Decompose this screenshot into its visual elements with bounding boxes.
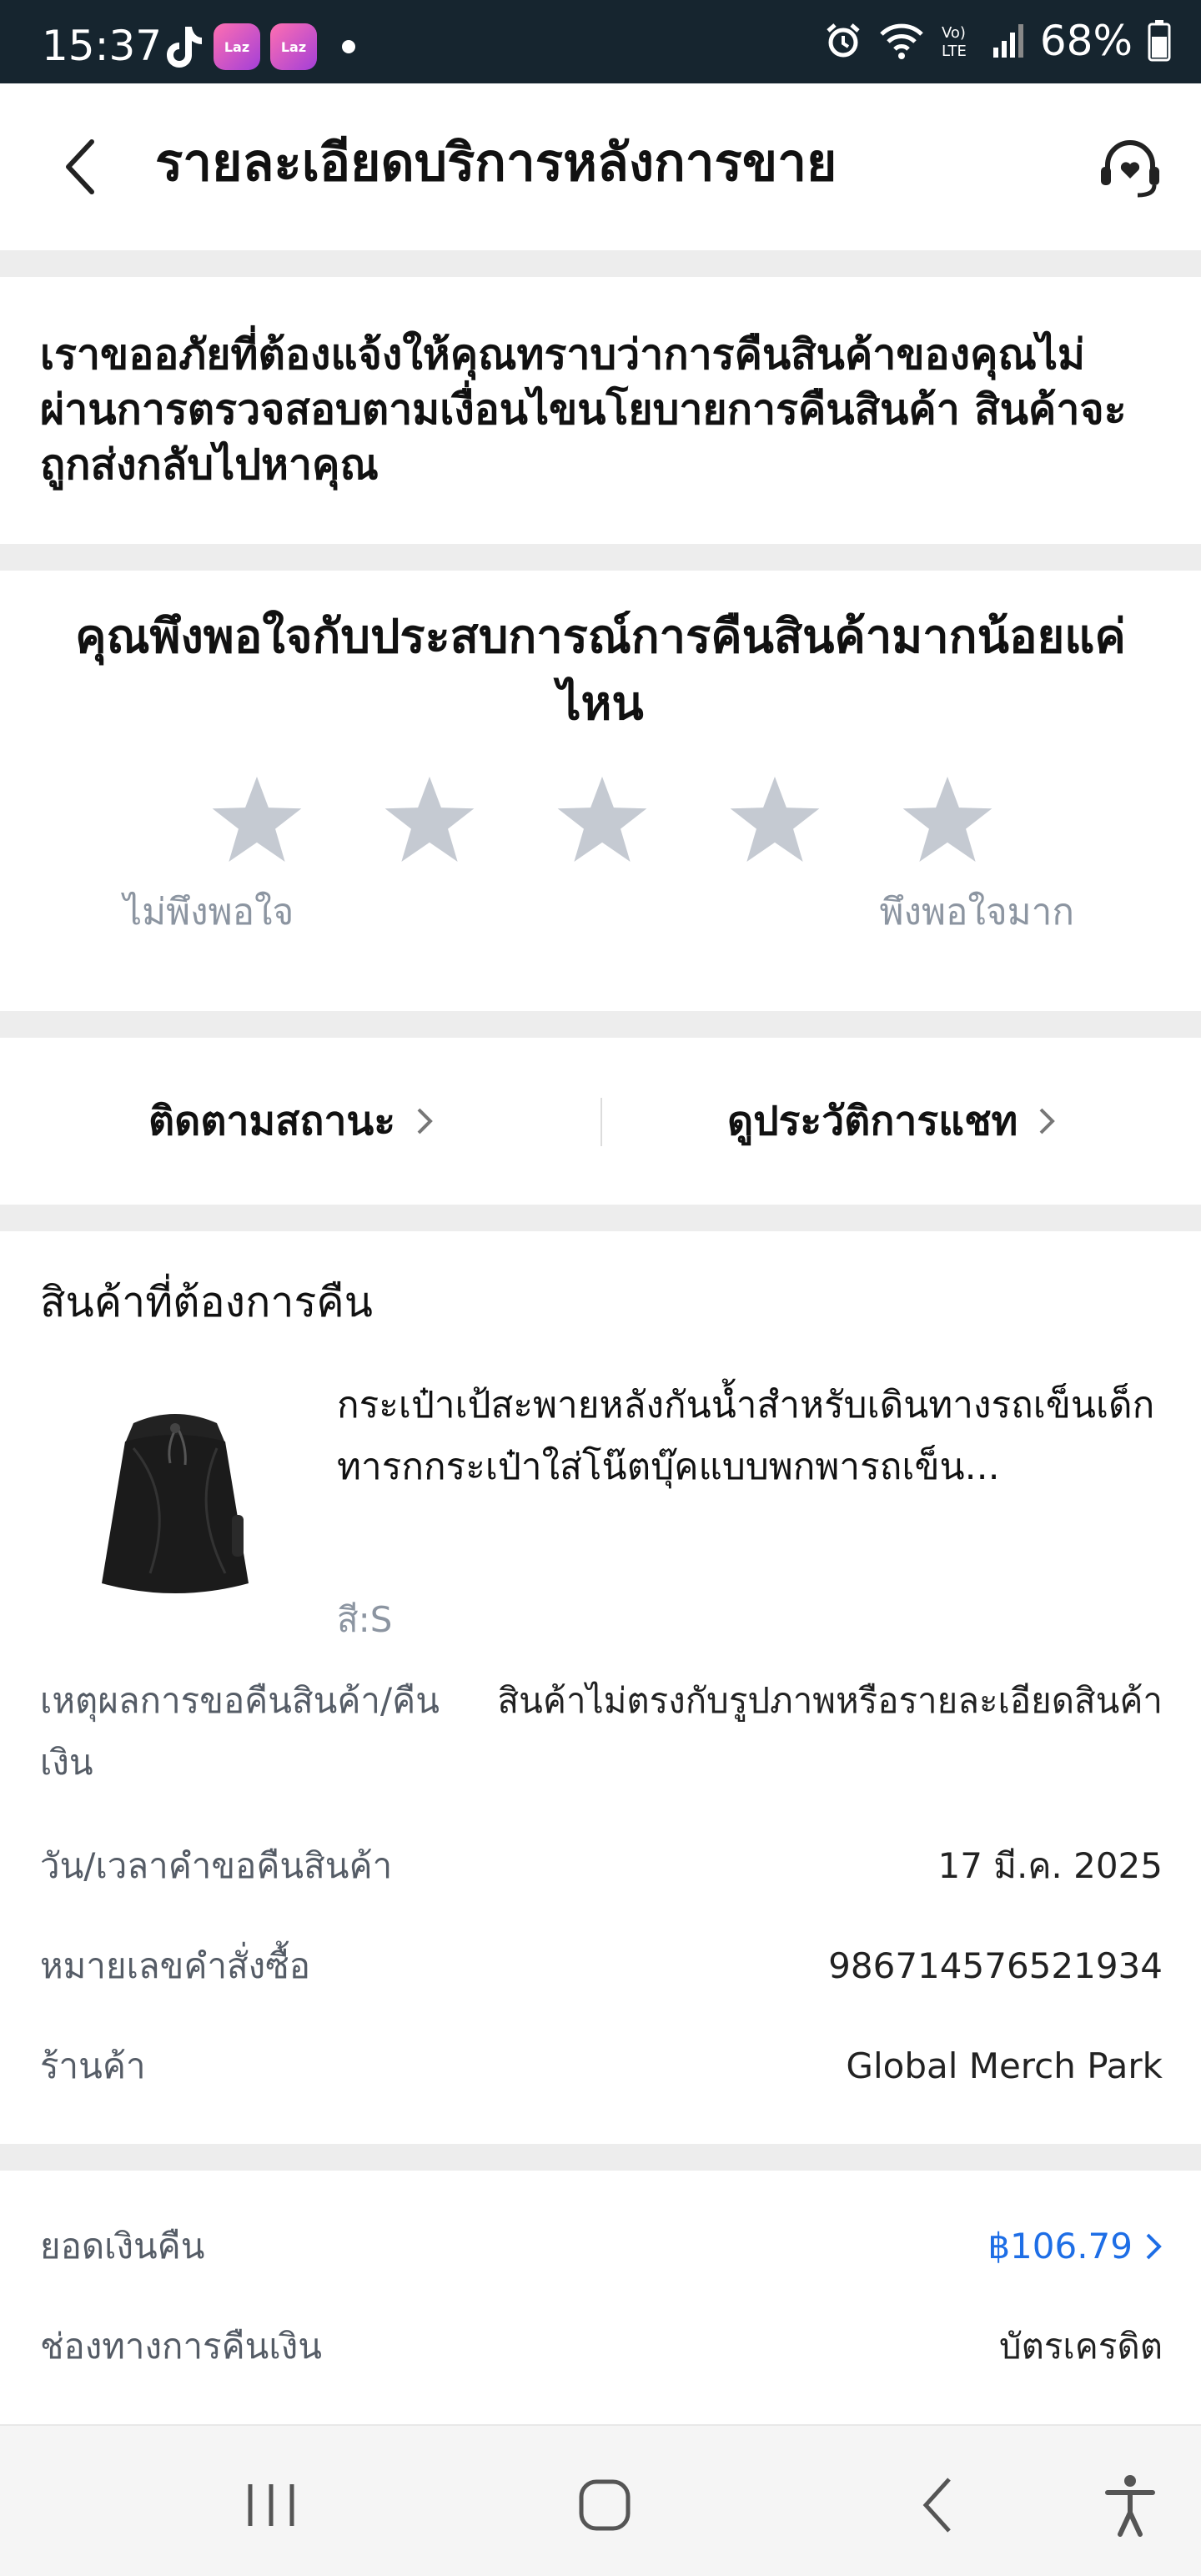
rating-star-4[interactable] xyxy=(726,771,823,868)
status-bar: 15:37 Laz Laz Vo) LTE 68% xyxy=(0,0,1201,83)
home-button[interactable] xyxy=(567,2468,642,2543)
chevron-right-icon xyxy=(1146,2233,1162,2260)
system-icons: Vo) LTE 68% xyxy=(823,20,1171,62)
signal-icon xyxy=(992,24,1023,58)
page-title: รายละเอียดบริการหลังการขาย xyxy=(155,132,837,193)
rating-star-2[interactable] xyxy=(381,771,478,868)
accessibility-button[interactable] xyxy=(1093,2468,1168,2543)
chat-history-link[interactable]: ดูประวัติการแชท xyxy=(727,1088,1056,1155)
refund-amount-label: ยอดเงินคืน xyxy=(40,2226,205,2267)
star-icon xyxy=(384,776,475,863)
recent-apps-button[interactable] xyxy=(234,2468,309,2543)
return-reason-label: เหตุผลการขอคืนสินค้า/คืนเงิน xyxy=(40,1680,440,1783)
chevron-right-icon xyxy=(1039,1108,1056,1135)
app-header: รายละเอียดบริการหลังการขาย xyxy=(0,83,1201,250)
home-icon xyxy=(579,2479,631,2531)
system-back-button[interactable] xyxy=(901,2468,976,2543)
star-icon xyxy=(730,776,820,863)
rating-star-5[interactable] xyxy=(899,771,996,868)
action-links: ติดตามสถานะ ดูประวัติการแชท xyxy=(0,1038,1201,1205)
request-date-value: 17 มี.ค. 2025 xyxy=(937,1845,1163,1886)
lazada-icon: Laz xyxy=(214,23,260,70)
back-button[interactable] xyxy=(50,133,117,200)
product-name[interactable]: กระเป๋าเป้สะพายหลังกันน้ำสำหรับเดินทางรถ… xyxy=(337,1375,1163,1498)
lazada-icon: Laz xyxy=(270,23,317,70)
recents-icon xyxy=(248,2484,294,2526)
notification-icons: Laz Laz xyxy=(163,23,355,70)
refund-amount-link[interactable]: ฿106.79 xyxy=(987,2216,1163,2277)
chevron-left-icon xyxy=(66,139,94,194)
shop-label: ร้านค้า xyxy=(40,2045,146,2086)
product-variant: สี:S xyxy=(337,1599,393,1640)
satisfaction-rating: คุณพึงพอใจกับประสบการณ์การคืนสินค้ามากน้… xyxy=(0,571,1201,1011)
battery-percent: 68% xyxy=(1039,17,1133,65)
svg-text:LTE: LTE xyxy=(942,43,967,60)
customer-service-button[interactable] xyxy=(1093,130,1168,205)
request-date-label: วัน/เวลาคำขอคืนสินค้า xyxy=(40,1845,393,1886)
tiktok-icon xyxy=(163,23,204,70)
star-icon xyxy=(557,776,647,863)
refund-section: ยอดเงินคืน ฿106.79 ช่องทางการคืนเงิน บัต… xyxy=(0,2171,1201,2424)
lazada-badge-label: Laz xyxy=(280,38,307,55)
system-nav-bar xyxy=(0,2424,1201,2576)
chat-history-label: ดูประวัติการแชท xyxy=(727,1098,1018,1145)
backpack-image xyxy=(102,1414,249,1593)
return-rejected-notice: เราขออภัยที่ต้องแจ้งให้คุณทราบว่าการคืนส… xyxy=(0,277,1201,544)
accessibility-icon xyxy=(1105,2475,1155,2537)
lazada-badge-label: Laz xyxy=(224,38,250,55)
order-number-value: 986714576521934 xyxy=(828,1945,1163,1986)
battery-icon xyxy=(1148,20,1171,62)
star-icon xyxy=(902,776,992,863)
chevron-right-icon xyxy=(417,1108,433,1135)
track-status-link[interactable]: ติดตามสถานะ xyxy=(148,1088,434,1155)
back-arrow-icon xyxy=(922,2478,951,2533)
product-image[interactable] xyxy=(75,1390,275,1623)
return-item-section: สินค้าที่ต้องการคืน กระเป๋าเป้สะพายหลังก… xyxy=(0,1231,1201,2144)
return-reason-value: สินค้าไม่ตรงกับรูปภาพหรือรายละเอียดสินค้… xyxy=(497,1680,1163,1721)
rating-star-3[interactable] xyxy=(554,771,651,868)
section-title: สินค้าที่ต้องการคืน xyxy=(40,1278,373,1326)
links-divider xyxy=(600,1098,602,1146)
notice-text: เราขออภัยที่ต้องแจ้งให้คุณทราบว่าการคืนส… xyxy=(40,330,1127,489)
svg-text:Vo): Vo) xyxy=(942,24,966,42)
alarm-icon xyxy=(827,23,860,58)
refund-amount-value: ฿106.79 xyxy=(987,2226,1133,2267)
rating-high-label: พึงพอใจมาก xyxy=(879,891,1074,933)
rating-low-label: ไม่พึงพอใจ xyxy=(123,891,294,933)
rating-question: คุณพึงพอใจกับประสบการณ์การคืนสินค้ามากน้… xyxy=(75,610,1126,731)
shop-value: Global Merch Park xyxy=(846,2045,1163,2086)
star-icon xyxy=(212,776,302,863)
more-notifications-dot xyxy=(342,40,355,53)
refund-method-value: บัตรเครดิต xyxy=(998,2326,1163,2367)
volte-icon: Vo)LTE xyxy=(942,24,967,60)
refund-method-label: ช่องทางการคืนเงิน xyxy=(40,2326,322,2367)
wifi-icon xyxy=(880,23,923,59)
status-time: 15:37 xyxy=(42,22,163,70)
track-status-label: ติดตามสถานะ xyxy=(148,1098,396,1145)
rating-star-1[interactable] xyxy=(209,771,305,868)
headset-heart-icon xyxy=(1101,140,1159,198)
order-number-label: หมายเลขคำสั่งซื้อ xyxy=(40,1945,310,1986)
